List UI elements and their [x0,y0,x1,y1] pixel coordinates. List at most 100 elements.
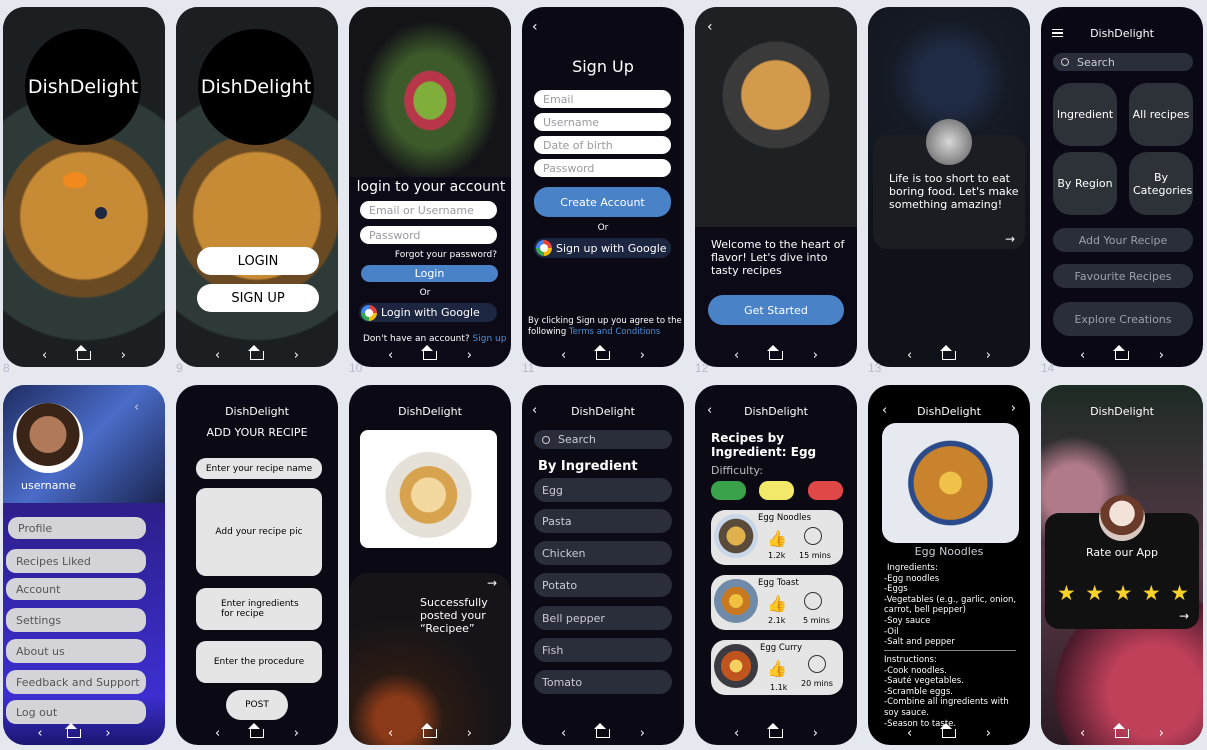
password-field[interactable]: Password [360,226,497,244]
back-icon[interactable]: ‹ [707,19,713,35]
difficulty-medium[interactable] [759,481,794,500]
star-icon[interactable]: ★ [1057,581,1076,605]
password-field[interactable]: Password [534,159,671,177]
menu-item-account[interactable]: Account [6,578,146,600]
avatar[interactable] [13,403,83,473]
back-icon[interactable]: ‹ [211,726,225,741]
next-arrow-icon[interactable]: → [1005,232,1015,246]
back-icon[interactable]: ‹ [557,348,571,363]
back-icon[interactable]: ‹ [532,19,538,35]
menu-item-recipes-liked[interactable]: Recipes Liked [6,549,146,573]
back-icon[interactable]: ‹ [38,348,52,363]
star-icon[interactable]: ★ [1114,581,1133,605]
procedure-input[interactable]: Enter the procedure [196,641,322,683]
get-started-button[interactable]: Get Started [708,295,844,325]
home-icon[interactable] [766,722,783,738]
forward-icon[interactable]: › [462,726,476,741]
google-signup-button[interactable]: Sign up with Google [534,238,671,258]
home-icon[interactable] [74,344,91,360]
create-account-button[interactable]: Create Account [534,187,671,217]
search-input[interactable]: Search [1053,53,1193,71]
back-icon[interactable]: ‹ [903,348,917,363]
recipe-pic-upload[interactable]: Add your recipe pic [196,488,322,576]
tile-all-recipes[interactable]: All recipes [1129,83,1193,146]
recipe-card[interactable]: Egg Toast 👍 2.1k 5 mins [711,575,843,630]
login-button[interactable]: LOGIN [197,247,319,275]
forward-icon[interactable]: › [635,348,649,363]
ingredient-item[interactable]: Tomato [534,670,672,694]
recipe-card[interactable]: Egg Curry 👍 1.1k 20 mins [711,640,843,695]
ingredient-item[interactable]: Chicken [534,541,672,565]
forward-icon[interactable]: › [1154,348,1168,363]
forward-icon[interactable]: › [101,726,115,741]
signup-link[interactable]: Sign up [473,334,507,344]
forward-icon[interactable]: › [808,726,822,741]
forward-icon[interactable]: › [289,726,303,741]
ingredient-item[interactable]: Egg [534,478,672,502]
favourite-recipes-button[interactable]: Favourite Recipes [1053,264,1193,288]
ingredient-item[interactable]: Bell pepper [534,606,672,630]
forward-icon[interactable]: › [462,348,476,363]
dob-field[interactable]: Date of birth [534,136,671,154]
home-icon[interactable] [1112,722,1129,738]
forward-icon[interactable]: › [981,726,995,741]
google-login-button[interactable]: Login with Google [359,303,497,322]
next-arrow-icon[interactable]: → [1179,609,1189,623]
home-icon[interactable] [766,344,783,360]
email-field[interactable]: Email [534,90,671,108]
back-icon[interactable]: ‹ [384,348,398,363]
ingredient-item[interactable]: Fish [534,638,672,662]
username-field[interactable]: Username [534,113,671,131]
menu-item-profile[interactable]: Profile [8,517,146,539]
recipe-name-input[interactable]: Enter your recipe name [196,458,322,479]
difficulty-easy[interactable] [711,481,746,500]
menu-item-about[interactable]: About us [6,639,146,663]
back-icon[interactable]: ‹ [211,348,225,363]
star-icon[interactable]: ★ [1170,581,1189,605]
tile-ingredient[interactable]: Ingredient [1053,83,1117,146]
back-icon[interactable]: ‹ [384,726,398,741]
home-icon[interactable] [1112,344,1129,360]
back-icon[interactable]: ‹ [730,348,744,363]
post-button[interactable]: POST [226,690,288,720]
home-icon[interactable] [593,722,610,738]
login-button[interactable]: Login [361,265,498,282]
back-icon[interactable]: ‹ [1076,726,1090,741]
home-icon[interactable] [420,722,437,738]
search-input[interactable]: Search [534,430,672,449]
collapse-icon[interactable]: ‹ [134,400,139,415]
back-icon[interactable]: ‹ [730,726,744,741]
ingredients-input[interactable]: Enter ingredients for recipe [196,588,322,630]
home-icon[interactable] [939,722,956,738]
home-icon[interactable] [247,344,264,360]
home-icon[interactable] [593,344,610,360]
explore-creations-button[interactable]: Explore Creations [1053,302,1193,336]
forward-icon[interactable]: › [635,726,649,741]
forward-icon[interactable]: › [1011,401,1016,416]
back-icon[interactable]: ‹ [33,726,47,741]
forward-icon[interactable]: › [808,348,822,363]
tile-by-categories[interactable]: By Categories [1129,152,1193,215]
forward-icon[interactable]: › [981,348,995,363]
email-field[interactable]: Email or Username [360,201,497,219]
home-icon[interactable] [939,344,956,360]
menu-item-feedback[interactable]: Feedback and Support [6,670,146,694]
forward-icon[interactable]: › [116,348,130,363]
back-icon[interactable]: ‹ [903,726,917,741]
signup-button[interactable]: SIGN UP [197,284,319,312]
ingredient-item[interactable]: Potato [534,573,672,597]
menu-item-settings[interactable]: Settings [6,608,146,632]
forward-icon[interactable]: › [289,348,303,363]
menu-item-logout[interactable]: Log out [6,700,146,724]
ingredient-item[interactable]: Pasta [534,509,672,533]
next-arrow-icon[interactable]: → [487,576,497,590]
difficulty-hard[interactable] [808,481,843,500]
home-icon[interactable] [420,344,437,360]
back-icon[interactable]: ‹ [1076,348,1090,363]
star-icon[interactable]: ★ [1142,581,1161,605]
star-icon[interactable]: ★ [1085,581,1104,605]
tile-by-region[interactable]: By Region [1053,152,1117,215]
terms-link[interactable]: Terms and Conditions [569,327,660,337]
home-icon[interactable] [247,722,264,738]
recipe-card[interactable]: Egg Noodles 👍 1.2k 15 mins [711,510,843,565]
